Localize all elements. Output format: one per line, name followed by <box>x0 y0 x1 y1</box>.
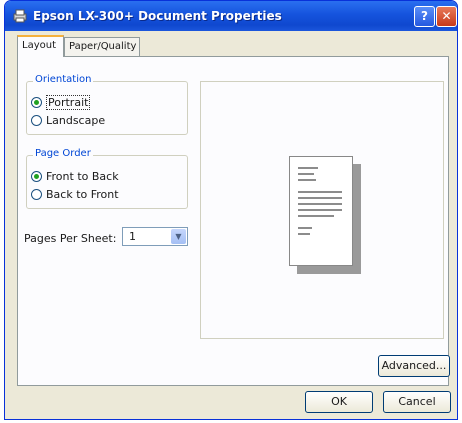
document-properties-dialog: Epson LX-300+ Document Properties ? ✕ La… <box>4 0 458 420</box>
page-line <box>298 209 342 211</box>
chevron-down-icon[interactable]: ▼ <box>171 229 186 244</box>
back-to-front-radio[interactable] <box>31 188 42 200</box>
page-line <box>298 203 342 205</box>
cancel-button[interactable]: Cancel <box>383 391 451 413</box>
orientation-title: Orientation <box>33 74 94 85</box>
page-line <box>298 167 318 169</box>
page-line <box>298 227 312 229</box>
layout-preview <box>200 81 444 339</box>
back-to-front-option[interactable]: Back to Front <box>31 186 119 202</box>
landscape-option[interactable]: Landscape <box>31 112 105 128</box>
layout-panel: Orientation Portrait Landscape Page Orde… <box>17 56 450 386</box>
page-line <box>298 179 316 181</box>
page-line <box>298 215 334 217</box>
title-bar[interactable]: Epson LX-300+ Document Properties ? ✕ <box>5 1 457 31</box>
page-line <box>298 233 310 235</box>
advanced-button[interactable]: Advanced... <box>378 355 450 377</box>
orientation-group: Orientation Portrait Landscape <box>26 74 188 135</box>
portrait-radio[interactable] <box>31 96 42 108</box>
landscape-radio[interactable] <box>31 114 42 126</box>
window-title: Epson LX-300+ Document Properties <box>33 9 282 23</box>
front-to-back-option[interactable]: Front to Back <box>31 168 119 184</box>
ok-button[interactable]: OK <box>305 391 373 413</box>
landscape-label: Landscape <box>46 113 106 127</box>
portrait-label: Portrait <box>46 94 91 110</box>
pages-per-sheet-value: 1 <box>129 230 136 243</box>
portrait-option[interactable]: Portrait <box>31 94 91 110</box>
close-button[interactable]: ✕ <box>436 6 457 27</box>
pages-per-sheet-select[interactable]: 1 ▼ <box>122 227 188 246</box>
page-line <box>298 191 342 193</box>
front-to-back-label: Front to Back <box>46 169 119 183</box>
tab-paper-quality[interactable]: Paper/Quality <box>64 37 140 56</box>
front-to-back-radio[interactable] <box>31 170 42 182</box>
help-button[interactable]: ? <box>414 6 435 27</box>
page-order-group: Page Order Front to Back Back to Front <box>26 148 188 209</box>
page-line <box>298 197 342 199</box>
page-order-title: Page Order <box>33 148 93 159</box>
pages-per-sheet-label: Pages Per Sheet: <box>24 232 117 245</box>
tab-layout[interactable]: Layout <box>17 35 64 57</box>
printer-icon <box>13 9 27 23</box>
page-line <box>298 173 314 175</box>
document-page-icon <box>289 156 353 266</box>
back-to-front-label: Back to Front <box>46 187 119 201</box>
